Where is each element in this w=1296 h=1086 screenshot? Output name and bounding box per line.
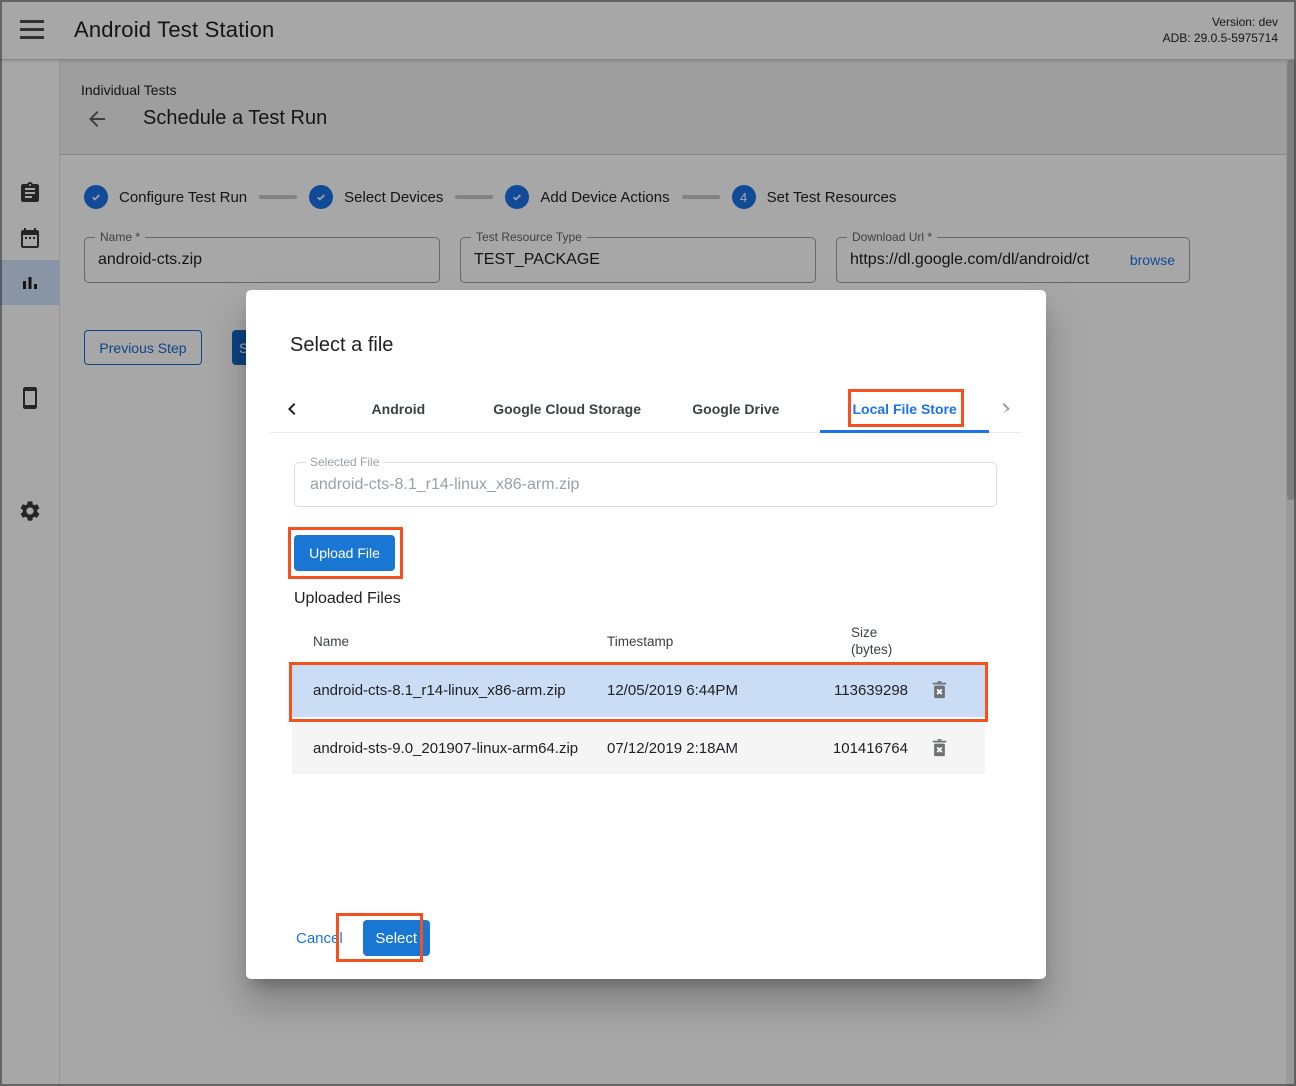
tab-google-cloud-storage[interactable]: Google Cloud Storage: [483, 385, 652, 432]
column-header-name: Name: [292, 634, 586, 649]
size-cell: 101416764: [830, 740, 908, 757]
timestamp-cell: 12/05/2019 6:44PM: [586, 682, 830, 699]
timestamp-cell: 07/12/2019 2:18AM: [586, 740, 830, 757]
upload-file-button[interactable]: Upload File: [294, 535, 395, 571]
row-actions: [908, 674, 985, 708]
file-source-tabs: Android Google Cloud Storage Google Driv…: [270, 385, 1022, 433]
file-name-cell: android-cts-8.1_r14-linux_x86-arm.zip: [292, 682, 586, 699]
selected-file-field[interactable]: Selected File android-cts-8.1_r14-linux_…: [294, 462, 997, 507]
size-header-line1: Size: [851, 625, 908, 642]
select-file-dialog: Select a file Android Google Cloud Stora…: [246, 290, 1046, 979]
chevron-right-icon[interactable]: [989, 385, 1022, 432]
row-actions: [908, 732, 985, 766]
column-header-timestamp: Timestamp: [586, 634, 830, 649]
size-cell: 113639298: [830, 682, 908, 699]
dialog-footer: Cancel Select: [286, 920, 430, 956]
tab-android[interactable]: Android: [314, 385, 483, 432]
selected-file-label: Selected File: [306, 455, 383, 469]
tab-local-file-store[interactable]: Local File Store: [820, 385, 989, 432]
tabs-strip: Android Google Cloud Storage Google Driv…: [314, 385, 989, 432]
delete-trash-icon[interactable]: [923, 674, 957, 708]
column-header-size: Size (bytes): [830, 625, 908, 659]
size-header-line2: (bytes): [851, 642, 908, 659]
delete-trash-icon[interactable]: [923, 732, 957, 766]
select-button[interactable]: Select: [363, 920, 430, 956]
dialog-title: Select a file: [290, 334, 393, 357]
table-row[interactable]: android-cts-8.1_r14-linux_x86-arm.zip 12…: [292, 664, 985, 717]
table-row[interactable]: android-sts-9.0_201907-linux-arm64.zip 0…: [292, 723, 985, 774]
tab-google-drive[interactable]: Google Drive: [652, 385, 821, 432]
uploaded-files-heading: Uploaded Files: [294, 590, 401, 608]
uploaded-files-table: Name Timestamp Size (bytes) android-cts-…: [292, 620, 985, 774]
file-name-cell: android-sts-9.0_201907-linux-arm64.zip: [292, 740, 586, 757]
table-header-row: Name Timestamp Size (bytes): [292, 620, 985, 664]
chevron-left-icon[interactable]: [270, 385, 314, 432]
selected-file-value: android-cts-8.1_r14-linux_x86-arm.zip: [310, 476, 579, 494]
cancel-button[interactable]: Cancel: [286, 924, 353, 953]
